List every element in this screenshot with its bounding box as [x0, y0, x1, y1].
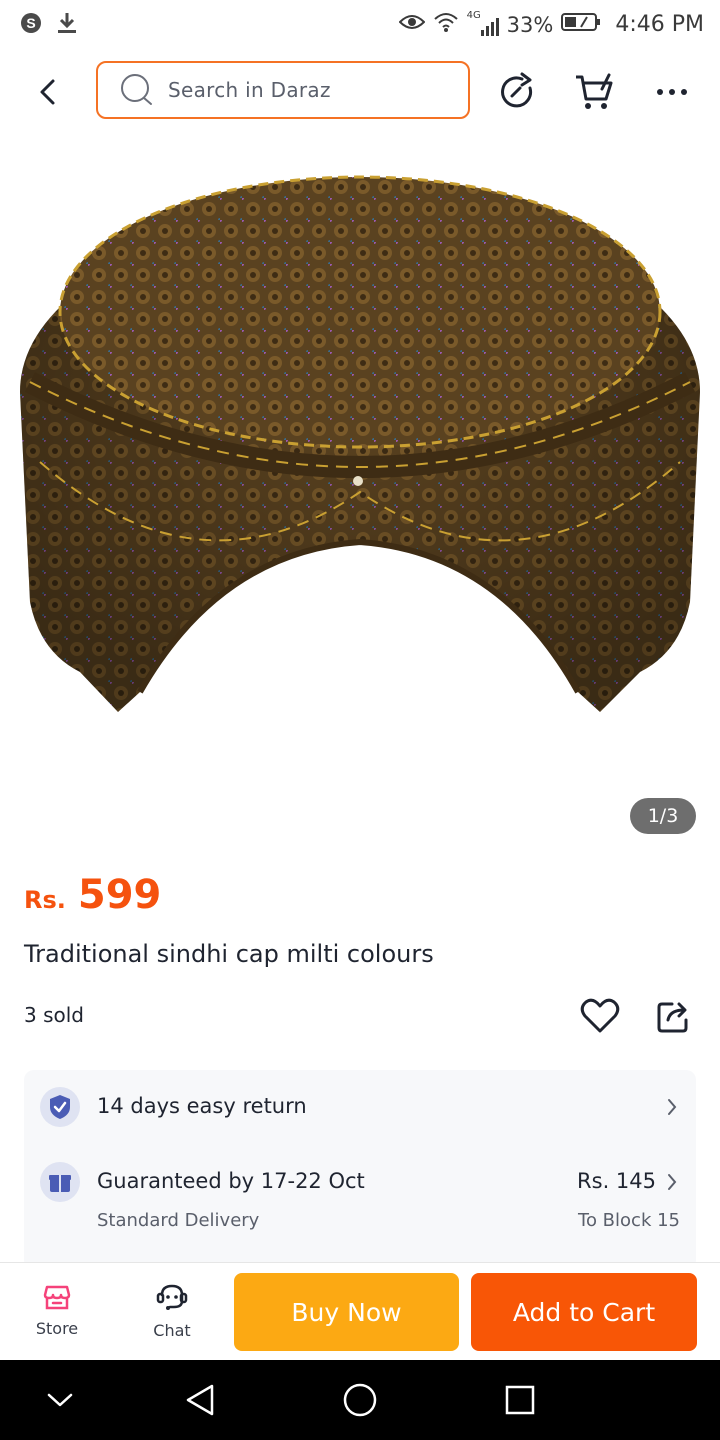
- delivery-type: Standard Delivery: [97, 1210, 260, 1231]
- svg-text:S: S: [26, 15, 35, 31]
- search-icon: [121, 74, 152, 105]
- battery-icon: [561, 12, 601, 37]
- wifi-icon: [433, 11, 459, 38]
- wishlist-button[interactable]: [578, 994, 622, 1038]
- bottom-action-bar: Store Chat Buy Now Add to Cart: [0, 1262, 720, 1360]
- share-icon: [657, 1002, 688, 1033]
- nav-back-icon: [186, 1384, 214, 1416]
- search-placeholder: Search in Daraz: [168, 78, 331, 102]
- battery-percent: 33%: [506, 12, 554, 37]
- status-right: 4G 33% 4:46 PM: [398, 10, 704, 38]
- chat-button[interactable]: Chat: [132, 1283, 212, 1347]
- nav-down-button[interactable]: [38, 1378, 82, 1422]
- network-type: 4G: [466, 9, 481, 21]
- more-icon: [657, 89, 687, 95]
- delivery-row[interactable]: Guaranteed by 17-22 Oct Standard Deliver…: [24, 1150, 696, 1270]
- status-bar: S 4G 33% 4:46 PM: [0, 0, 720, 50]
- services-card: 14 days easy return Guaranteed by 17-22 …: [24, 1070, 696, 1270]
- chat-label: Chat: [153, 1321, 191, 1340]
- nav-recents-icon: [505, 1385, 535, 1415]
- header: Search in Daraz: [0, 50, 720, 132]
- sold-count: 3 sold: [24, 1003, 84, 1027]
- shield-check-icon: [40, 1087, 80, 1127]
- return-policy-row[interactable]: 14 days easy return: [24, 1070, 696, 1144]
- price-value: 599: [77, 872, 162, 918]
- back-arrow-icon: [40, 79, 55, 105]
- add-to-cart-button[interactable]: Add to Cart: [471, 1273, 697, 1351]
- refresh-button[interactable]: [494, 68, 542, 116]
- delivery-title: Guaranteed by 17-22 Oct: [97, 1169, 365, 1193]
- price: Rs. 599: [24, 872, 161, 918]
- refresh-icon: [501, 72, 533, 108]
- eye-icon: [398, 12, 426, 37]
- more-button[interactable]: [648, 68, 696, 116]
- nav-home-icon: [343, 1383, 377, 1417]
- system-navigation-bar: [0, 1360, 720, 1440]
- status-left: S: [20, 11, 78, 39]
- download-icon: [56, 11, 78, 39]
- delivery-fee: Rs. 145: [577, 1169, 656, 1193]
- cart-button[interactable]: [570, 68, 618, 116]
- heart-icon: [580, 998, 620, 1033]
- price-currency: Rs.: [24, 886, 66, 914]
- status-time: 4:46 PM: [615, 12, 704, 37]
- buy-now-button[interactable]: Buy Now: [234, 1273, 459, 1351]
- return-policy-text: 14 days easy return: [97, 1094, 307, 1118]
- nav-down-icon: [47, 1393, 73, 1407]
- store-label: Store: [35, 1319, 79, 1338]
- nav-home-button[interactable]: [338, 1378, 382, 1422]
- product-image-gallery[interactable]: 1/3: [0, 132, 720, 852]
- chat-icon: [156, 1284, 188, 1310]
- delivery-location: To Block 15: [578, 1210, 680, 1231]
- skype-icon: S: [20, 12, 42, 38]
- signal-icon: 4G: [467, 10, 499, 36]
- nav-back-button[interactable]: [178, 1378, 222, 1422]
- chevron-right-icon: [668, 1174, 677, 1190]
- store-button[interactable]: Store: [17, 1283, 97, 1347]
- gift-icon: [40, 1162, 80, 1202]
- product-title: Traditional sindhi cap milti colours: [24, 940, 434, 968]
- back-button[interactable]: [28, 72, 68, 112]
- share-button[interactable]: [652, 994, 696, 1038]
- cart-icon: [576, 73, 613, 109]
- store-icon: [43, 1285, 71, 1310]
- chevron-right-icon: [668, 1099, 677, 1115]
- product-image: [20, 175, 700, 712]
- nav-recents-button[interactable]: [498, 1378, 542, 1422]
- image-counter: 1/3: [630, 798, 696, 834]
- search-input[interactable]: Search in Daraz: [96, 61, 470, 119]
